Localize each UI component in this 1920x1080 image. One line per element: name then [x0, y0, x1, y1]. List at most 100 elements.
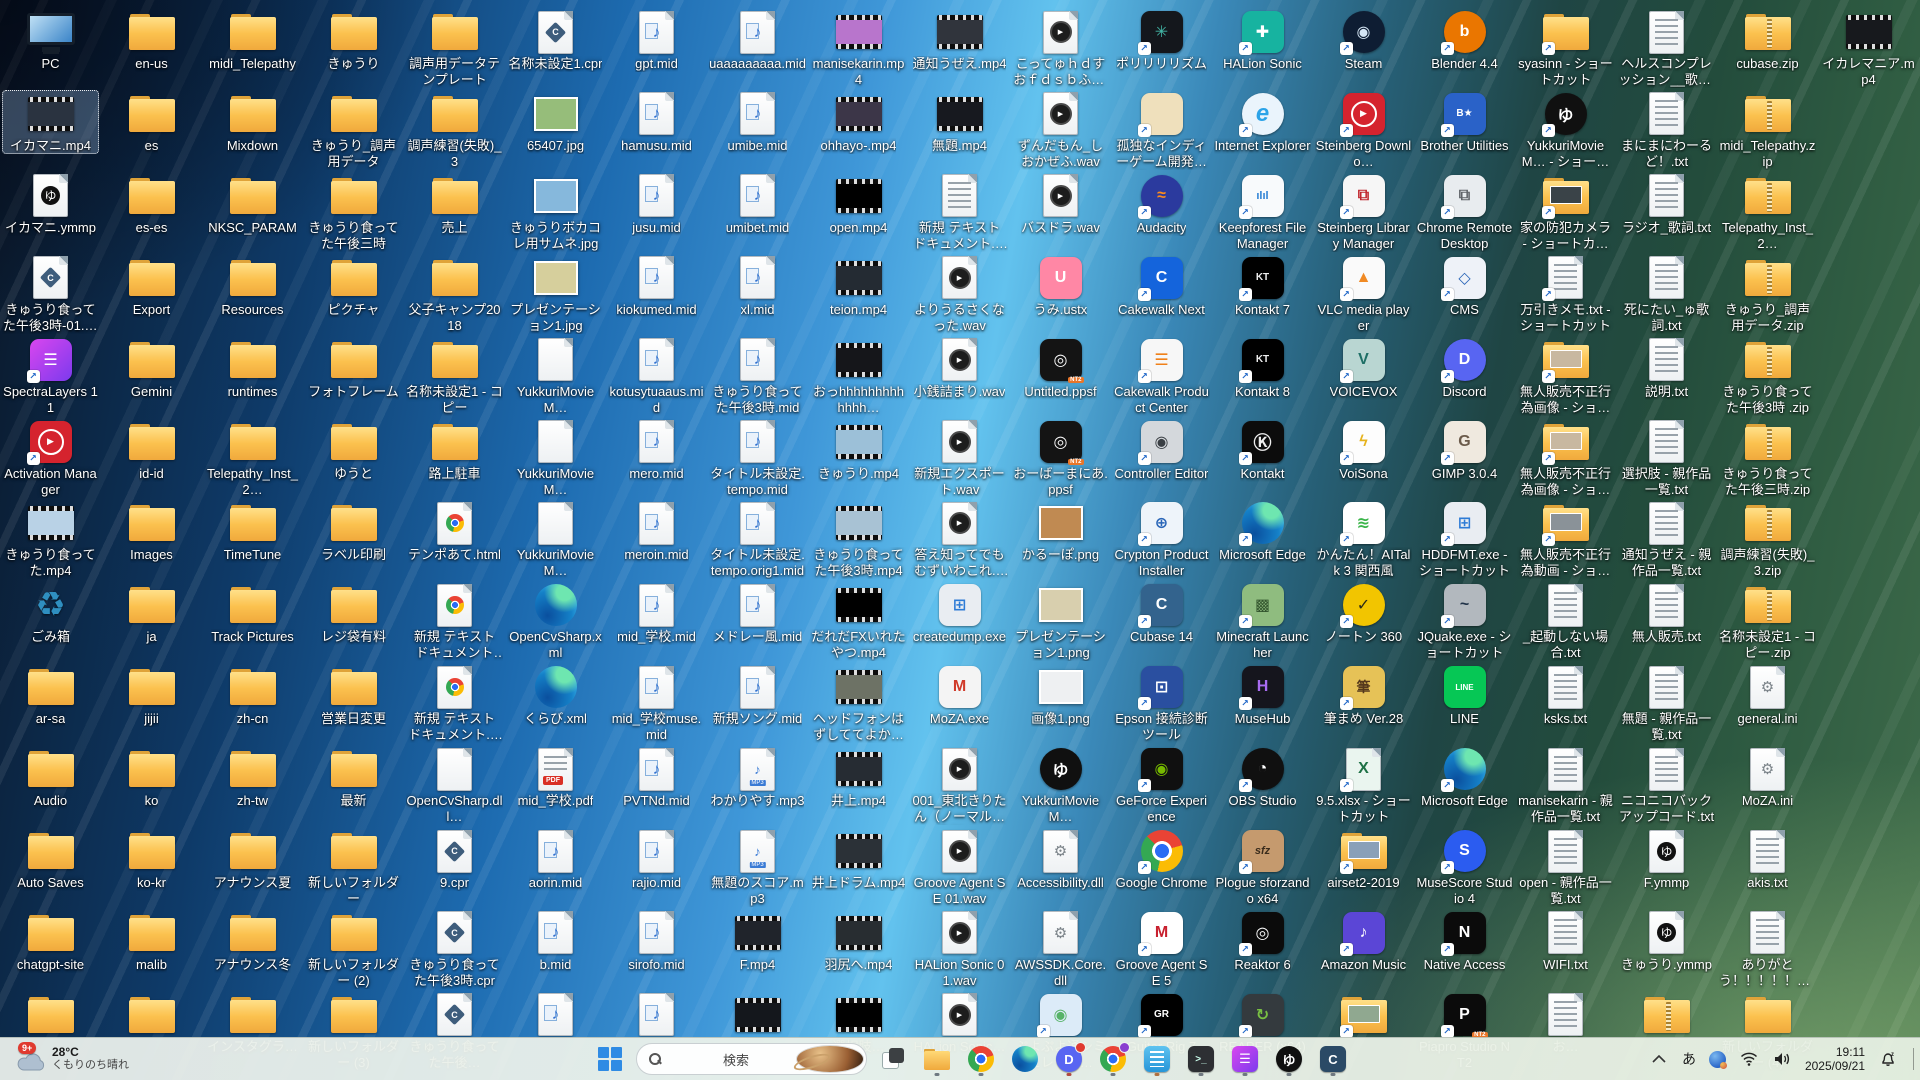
desktop-icon[interactable]: ♪mid_学校.mid: [608, 581, 705, 645]
desktop-icon[interactable]: アナウンス夏: [204, 827, 301, 891]
desktop-icon[interactable]: ♪MP3わかりやす.mp3: [709, 745, 806, 809]
desktop-icon[interactable]: 通知うぜえ.mp4: [911, 8, 1008, 72]
desktop-icon[interactable]: 65407.jpg: [507, 90, 604, 154]
desktop-icon[interactable]: cubase.zip: [1719, 8, 1816, 72]
desktop-icon[interactable]: WIFI.txt: [1517, 909, 1614, 973]
desktop-icon[interactable]: ↗Microsoft Edge: [1214, 499, 1311, 563]
desktop-icon[interactable]: e↗Internet Explorer: [1214, 90, 1311, 154]
desktop-icon[interactable]: きゅうり食ってた午後三時.zip: [1719, 418, 1816, 498]
desktop-icon[interactable]: 調声用データテンプレート: [406, 8, 503, 88]
desktop-icon[interactable]: manisekarin - 親作品一覧.txt: [1517, 745, 1614, 825]
desktop-icon[interactable]: ⚙general.ini: [1719, 663, 1816, 727]
desktop-icon[interactable]: zh-cn: [204, 663, 301, 727]
desktop-icon[interactable]: ♪hamusu.mid: [608, 90, 705, 154]
desktop-icon[interactable]: 調声練習(失敗)_3: [406, 90, 503, 170]
desktop-icon[interactable]: b↗Blender 4.4: [1416, 8, 1513, 72]
desktop-icon[interactable]: ゆうと: [305, 418, 402, 482]
desktop-icon[interactable]: 新しいフォルダー (2): [305, 909, 402, 989]
desktop-icon[interactable]: 無題.mp4: [911, 90, 1008, 154]
desktop-icon[interactable]: 羽尻へ.mp4: [810, 909, 907, 973]
desktop-icon[interactable]: ◉↗GeForce Experience: [1113, 745, 1210, 825]
desktop-icon[interactable]: ♻ごみ箱: [2, 581, 99, 645]
desktop-icon[interactable]: ラベル印刷: [305, 499, 402, 563]
desktop-icon[interactable]: ▶バスドラ.wav: [1012, 172, 1109, 236]
desktop-icon[interactable]: 最新: [305, 745, 402, 809]
desktop-icon[interactable]: ohhayo-.mp4: [810, 90, 907, 154]
desktop-icon[interactable]: B★↗Brother Utilities: [1416, 90, 1513, 154]
desktop-icon[interactable]: ◉↗Steam: [1315, 8, 1412, 72]
desktop-icon[interactable]: 営業日変更: [305, 663, 402, 727]
weather-widget[interactable]: 9+ 28°C くもりのち晴れ: [10, 1038, 135, 1080]
desktop-icon[interactable]: ↗Microsoft Edge: [1416, 745, 1513, 809]
desktop-icon[interactable]: 筆↗筆まめ Ver.28: [1315, 663, 1412, 727]
desktop-icon[interactable]: YukkuriMovieM…: [507, 499, 604, 579]
desktop-icon[interactable]: chatgpt-site: [2, 909, 99, 973]
desktop-icon[interactable]: N↗Native Access: [1416, 909, 1513, 973]
desktop-icon[interactable]: PC: [2, 8, 99, 72]
desktop-icon[interactable]: 売上: [406, 172, 503, 236]
desktop-icon[interactable]: 井上.mp4: [810, 745, 907, 809]
desktop-icon[interactable]: V↗VOICEVOX: [1315, 336, 1412, 400]
desktop-icon[interactable]: ♪umibet.mid: [709, 172, 806, 236]
desktop-icon[interactable]: C↗Cakewalk Next: [1113, 254, 1210, 318]
desktop-icon[interactable]: ♪mero.mid: [608, 418, 705, 482]
desktop-icon[interactable]: ▲↗VLC media player: [1315, 254, 1412, 334]
taskbar-cubase[interactable]: C: [1315, 1041, 1351, 1077]
taskbar-task-view[interactable]: [875, 1041, 911, 1077]
desktop-icon[interactable]: ♪タイトル未設定.tempo.orig1.mid: [709, 499, 806, 579]
desktop-icon[interactable]: H↗MuseHub: [1214, 663, 1311, 727]
desktop-icon[interactable]: ◎NT2Untitled.ppsf: [1012, 336, 1109, 400]
desktop-icon[interactable]: ↗万引きメモ.txt - ショートカット: [1517, 254, 1614, 334]
desktop-icon[interactable]: TimeTune: [204, 499, 301, 563]
desktop-icon[interactable]: ▶小銭詰まり.wav: [911, 336, 1008, 400]
desktop-icon[interactable]: YukkuriMovieM…: [507, 418, 604, 498]
taskbar-chrome-profile[interactable]: [1095, 1041, 1131, 1077]
desktop-icon[interactable]: ゆYukkuriMovieM…: [1012, 745, 1109, 825]
copilot-saturn-icon[interactable]: [797, 1046, 863, 1072]
desktop-icon[interactable]: ↗無人販売不正行為画像 - ショートカット: [1517, 418, 1614, 498]
desktop-icon[interactable]: 画像1.png: [1012, 663, 1109, 727]
desktop-icon[interactable]: きゅうり食ってた午後3時.mp4: [810, 499, 907, 579]
desktop-icon[interactable]: es: [103, 90, 200, 154]
desktop-icon[interactable]: きゅうり_調声用データ: [305, 90, 402, 170]
desktop-icon[interactable]: イカレマニア.mp4: [1820, 8, 1917, 88]
desktop-icon[interactable]: ▶ずんだもん_しおかぜふ.wav: [1012, 90, 1109, 170]
desktop-icon[interactable]: かるーぽ.png: [1012, 499, 1109, 563]
desktop-icon[interactable]: きゅうり.mp4: [810, 418, 907, 482]
desktop-icon[interactable]: [103, 991, 200, 1039]
desktop-icon[interactable]: es-es: [103, 172, 200, 236]
desktop-icon[interactable]: ksks.txt: [1517, 663, 1614, 727]
desktop-icon[interactable]: ↗: [1315, 991, 1412, 1039]
show-desktop-divider[interactable]: [1913, 1048, 1914, 1070]
desktop-icon[interactable]: ⚙AWSSDK.Core.dll: [1012, 909, 1109, 989]
desktop-icon[interactable]: ⊞↗HDDFMT.exe - ショートカット: [1416, 499, 1513, 579]
desktop-icon[interactable]: teion.mp4: [810, 254, 907, 318]
desktop-icon[interactable]: ラジオ_歌詞.txt: [1618, 172, 1715, 236]
wifi-icon[interactable]: [1739, 1045, 1759, 1073]
desktop-icon[interactable]: 名称未設定1 - コピー.zip: [1719, 581, 1816, 661]
desktop-icon[interactable]: 井上ドラム.mp4: [810, 827, 907, 891]
desktop-icon[interactable]: OpenCvSharp.dll…: [406, 745, 503, 825]
taskbar-google-chrome[interactable]: [963, 1041, 999, 1077]
desktop-icon[interactable]: ▶よりうるさくなった.wav: [911, 254, 1008, 334]
desktop-icon[interactable]: open.mp4: [810, 172, 907, 236]
desktop-icon[interactable]: ▩↗Minecraft Launcher: [1214, 581, 1311, 661]
desktop-icon[interactable]: 死にたい_ゅ歌詞.txt: [1618, 254, 1715, 334]
desktop-icon[interactable]: ♪xl.mid: [709, 254, 806, 318]
tray-chevron-up-icon[interactable]: [1649, 1045, 1669, 1073]
desktop-icon[interactable]: プレゼンテーション1.jpg: [507, 254, 604, 334]
desktop-icon[interactable]: midi_Telepathy.zip: [1719, 90, 1816, 170]
taskbar-clock[interactable]: 19:11 2025/09/21: [1805, 1045, 1865, 1073]
desktop-icon[interactable]: [709, 991, 806, 1039]
desktop-icon[interactable]: きゅうり_調声用データ.zip: [1719, 254, 1816, 334]
taskbar-file-explorer[interactable]: [919, 1041, 955, 1077]
desktop-icon[interactable]: akis.txt: [1719, 827, 1816, 891]
desktop-icon[interactable]: ゆ↗YukkuriMovieM… - ショートカット: [1517, 90, 1614, 170]
desktop-icon[interactable]: ♪jusu.mid: [608, 172, 705, 236]
desktop-icon[interactable]: テンポあて.html: [406, 499, 503, 563]
desktop-icon[interactable]: runtimes: [204, 336, 301, 400]
desktop-icon[interactable]: 新規 テキスト ドキュメント.html: [406, 663, 503, 743]
desktop-icon[interactable]: 無題 - 親作品一覧.txt: [1618, 663, 1715, 743]
desktop-icon[interactable]: Gemini: [103, 336, 200, 400]
desktop-icon[interactable]: ♪meroin.mid: [608, 499, 705, 563]
